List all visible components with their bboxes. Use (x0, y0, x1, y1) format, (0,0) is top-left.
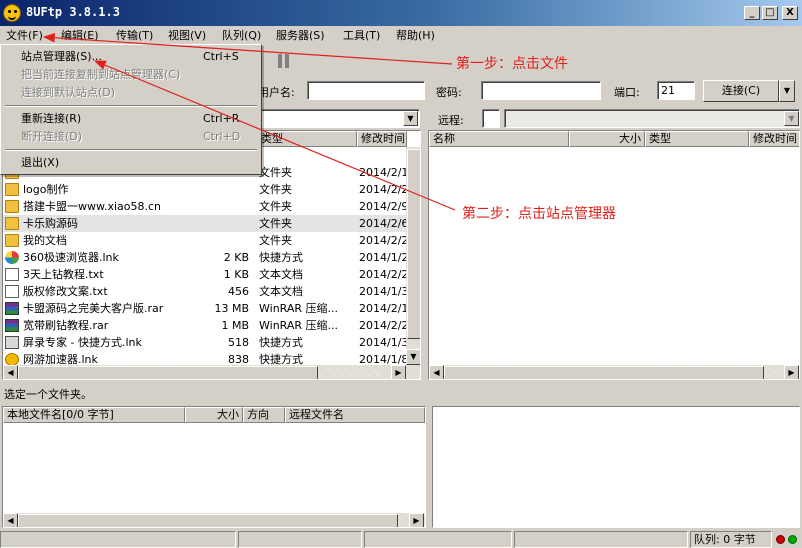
arrow-step1 (42, 32, 453, 65)
annotation-step2: 第二步：点击站点管理器 (462, 206, 616, 222)
arrow-step2 (93, 60, 456, 211)
ftp-window: 8UFtp 3.8.1.3 _ □ X 文件(F) 编辑(E) 传输(T) 视图… (0, 0, 802, 548)
annotation-arrows (42, 32, 456, 211)
annotation-step1: 第一步：点击文件 (456, 56, 568, 72)
